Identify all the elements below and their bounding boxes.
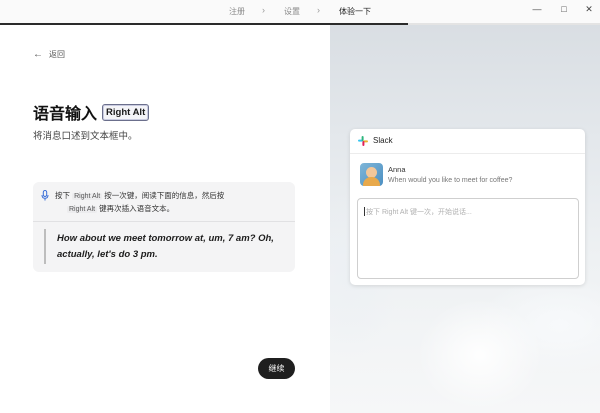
quote-bar <box>44 229 46 264</box>
anna-avatar <box>360 163 383 186</box>
instruction-suffix: 键再次插入语音文本。 <box>99 204 175 213</box>
divider <box>33 221 295 222</box>
preview-panel: Slack Anna When would you like to meet f… <box>330 25 600 413</box>
onboarding-steps: 注册 › 设置 › 体验一下 <box>0 5 600 19</box>
hotkey-badge: Right Alt <box>102 103 150 121</box>
text-caret <box>364 207 365 216</box>
back-label: 返回 <box>49 50 65 59</box>
instruction-card: 按下 Right Alt 按一次键，阅读下面的信息，然后按 Right Alt … <box>33 182 295 272</box>
microphone-icon <box>41 190 49 201</box>
slack-header: Slack <box>350 129 585 154</box>
step-settings[interactable]: 设置 <box>284 6 300 17</box>
maximize-icon[interactable]: □ <box>557 4 571 14</box>
inline-key: Right Alt <box>67 206 98 213</box>
chevron-right-icon: › <box>317 5 320 15</box>
step-try-it[interactable]: 体验一下 <box>339 6 371 17</box>
slack-window: Slack Anna When would you like to meet f… <box>350 129 585 285</box>
page-header: 语音输入 Right Alt <box>33 100 150 124</box>
slack-logo-icon <box>358 136 368 146</box>
left-arrow-icon: ← <box>33 49 43 60</box>
continue-button[interactable]: 继续 <box>258 358 295 379</box>
slack-app-name: Slack <box>373 136 393 145</box>
back-button[interactable]: ← 返回 <box>33 49 65 60</box>
sample-quote: How about we meet tomorrow at, um, 7 am?… <box>57 233 274 260</box>
page-title: 语音输入 <box>33 106 98 123</box>
instruction-prefix: 按下 <box>55 191 70 200</box>
compose-textbox[interactable]: 按下 Right Alt 键一次，开始说话... <box>357 198 579 279</box>
page-subtitle: 将消息口述到文本框中。 <box>33 131 138 142</box>
title-bar: 注册 › 设置 › 体验一下 — □ ✕ <box>0 0 600 25</box>
instruction-middle: 按一次键，阅读下面的信息，然后按 <box>104 191 225 200</box>
inline-key: Right Alt <box>72 193 103 200</box>
message-sender: Anna <box>388 165 406 174</box>
compose-placeholder: 按下 Right Alt 键一次，开始说话... <box>366 209 472 216</box>
message-text: When would you like to meet for coffee? <box>388 177 513 184</box>
chevron-right-icon: › <box>262 5 265 15</box>
minimize-icon[interactable]: — <box>530 4 544 14</box>
close-icon[interactable]: ✕ <box>582 4 596 15</box>
step-register[interactable]: 注册 <box>229 6 245 17</box>
